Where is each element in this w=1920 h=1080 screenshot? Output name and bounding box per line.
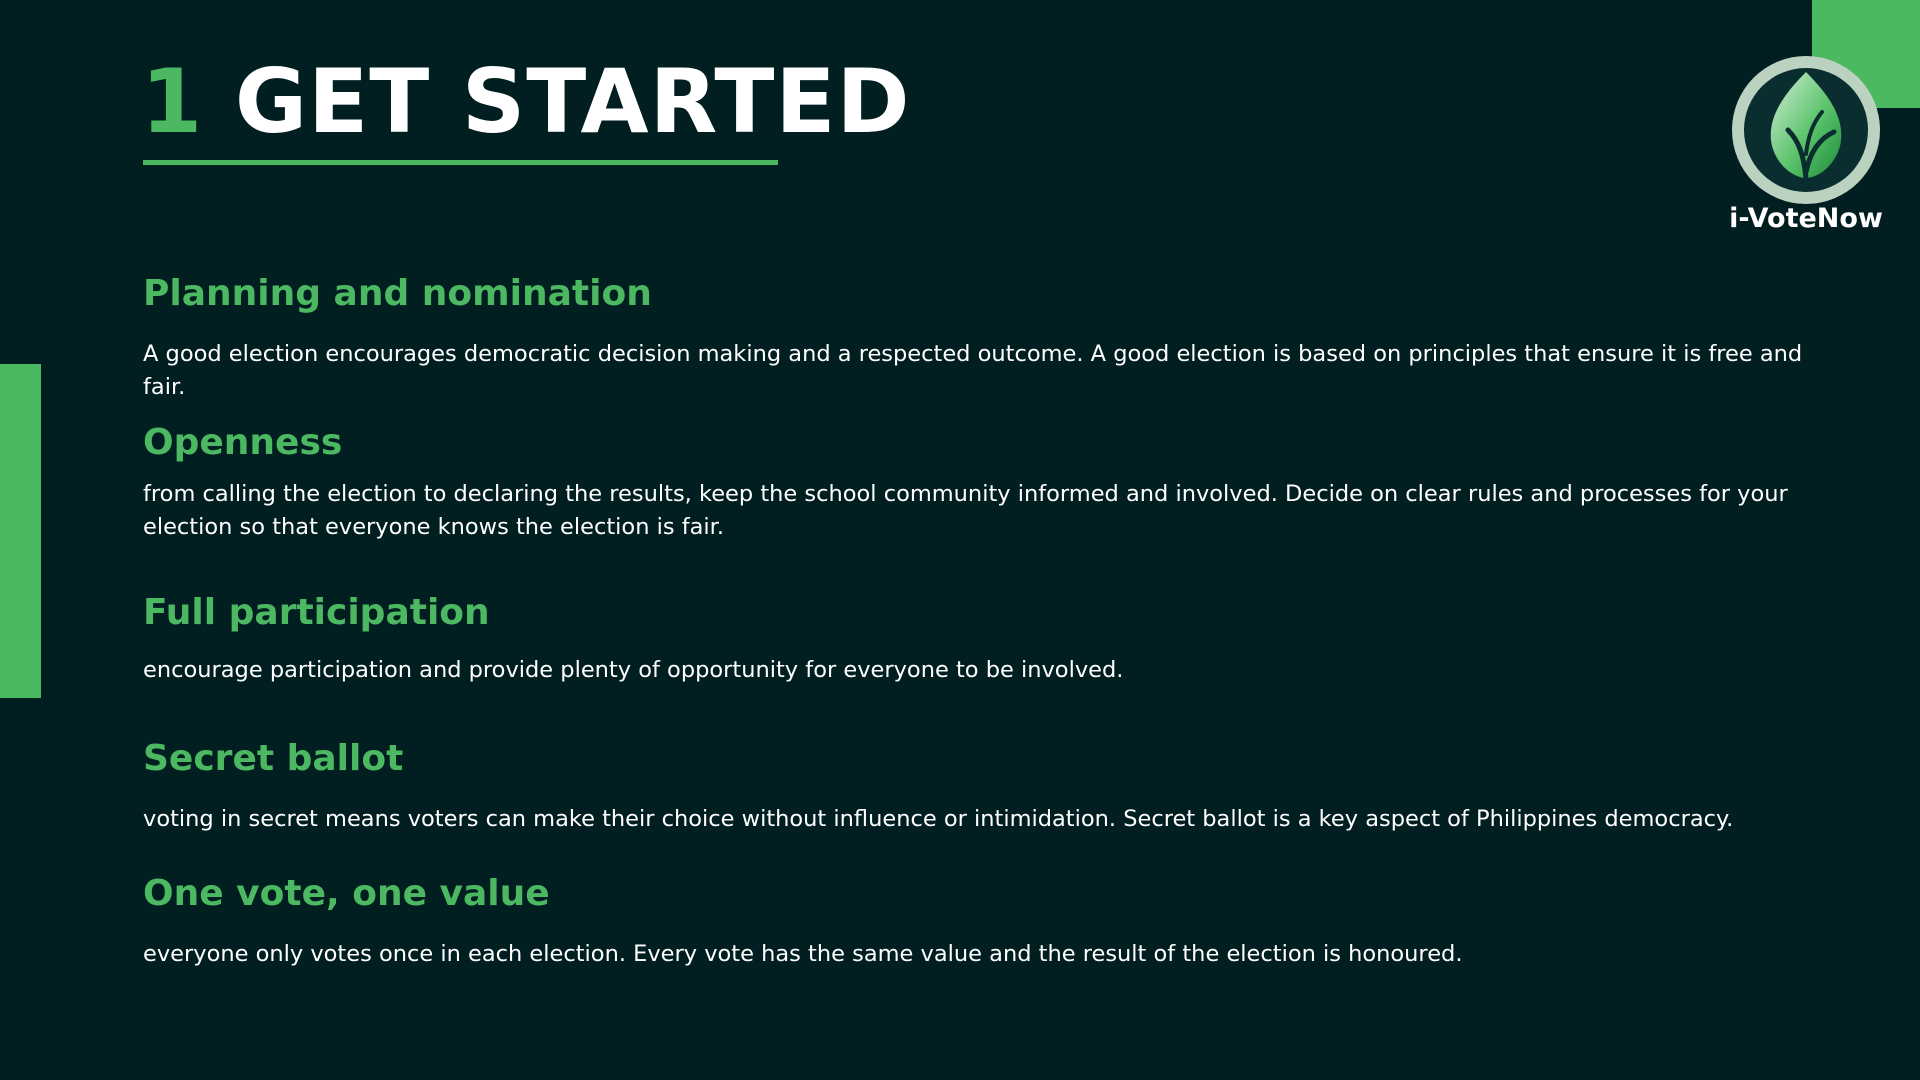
section-heading: One vote, one value — [143, 873, 550, 914]
section-full-participation: Full participation encourage participati… — [143, 591, 1843, 687]
slide-title: 1 GET STARTED — [141, 50, 911, 154]
leaf-icon — [1732, 56, 1880, 204]
section-text: encourage participation and provide plen… — [143, 657, 1124, 683]
section-planning: Planning and nomination A good election … — [143, 272, 1843, 404]
section-heading: Openness — [143, 422, 343, 463]
section-heading: Planning and nomination — [143, 273, 652, 314]
brand-logo: i-VoteNow — [1725, 50, 1887, 246]
section-text: voting in secret means voters can make t… — [143, 806, 1734, 832]
section-text: everyone only votes once in each electio… — [143, 941, 1463, 967]
section-heading: Secret ballot — [143, 738, 404, 779]
section-one-vote: One vote, one value everyone only votes … — [143, 872, 1843, 971]
section-text: from calling the election to declaring t… — [143, 481, 1788, 540]
section-secret-ballot: Secret ballot voting in secret means vot… — [143, 737, 1843, 836]
logo-label: i-VoteNow — [1729, 203, 1883, 234]
side-accent-bar — [0, 364, 41, 698]
slide-number: 1 — [141, 50, 204, 153]
section-text: A good election encourages democratic de… — [143, 341, 1803, 400]
section-heading: Full participation — [143, 592, 490, 633]
title-underline — [143, 160, 778, 165]
section-openness: Openness from calling the election to de… — [143, 421, 1843, 544]
slide-title-text: GET STARTED — [234, 50, 911, 153]
